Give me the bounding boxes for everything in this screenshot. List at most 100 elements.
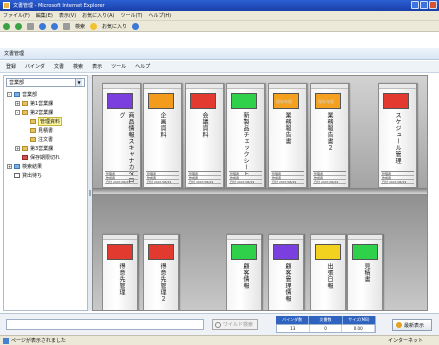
tree-item-label: 見積書 — [38, 128, 54, 134]
binder[interactable]: スケジュール管理 管理者 作成者 日付 2007/06/29 — [378, 83, 417, 188]
close-button[interactable] — [429, 1, 437, 9]
tree-item[interactable]: 保存期限切れ — [4, 153, 87, 162]
binder-footer-field: 日付 2007/06/29 — [313, 180, 346, 184]
binder[interactable]: 新製品チェックシート 管理者 作成者 日付 2007/06/29 — [226, 83, 265, 188]
tree-item-label: 営業部 — [22, 92, 38, 98]
department-select-value: 営業部 — [9, 80, 25, 86]
maximize-button[interactable] — [420, 1, 428, 9]
binder-title: 得意先管理２ — [159, 263, 166, 302]
search-toolbar-label[interactable]: 検索 — [75, 23, 85, 30]
home-icon[interactable] — [51, 22, 58, 30]
binder[interactable]: 企画資料 管理者 作成者 日付 2007/06/29 — [143, 83, 182, 188]
forward-icon[interactable] — [15, 22, 22, 30]
binder-footer-field: 日付 2007/06/29 — [271, 180, 304, 184]
binder-color-label — [383, 93, 409, 109]
tree-item[interactable]: + 検索結果 — [4, 162, 87, 171]
binder-spine-top — [186, 84, 223, 89]
security-zone: インターネット — [388, 338, 424, 344]
binder[interactable]: 顧客管理情報 — [268, 234, 304, 310]
tree-item[interactable]: 管理資料 — [4, 117, 87, 126]
window-title: 文書管理 - Microsoft Internet Explorer — [13, 3, 105, 9]
folder-icon — [22, 110, 28, 115]
collapse-icon[interactable]: - — [7, 92, 12, 97]
minimize-button[interactable] — [411, 1, 419, 9]
tree-item[interactable]: 貸出待ち — [4, 171, 87, 180]
binder[interactable]: 商品情報スキャナカタログ 管理者 作成者 日付 2007/06/29 — [102, 83, 141, 188]
app-menu-binder[interactable]: バインダ — [25, 63, 45, 70]
binder-color-label — [273, 244, 299, 260]
menu-file[interactable]: ファイル(F) — [3, 12, 30, 19]
favorites-icon[interactable] — [90, 22, 98, 30]
binder[interactable]: 顧客情報 — [226, 234, 262, 310]
binder-title: 会議資料 — [201, 112, 208, 138]
binder-footer-field: 日付 2007/06/29 — [188, 180, 221, 184]
chevron-down-icon[interactable]: ▼ — [75, 79, 82, 86]
stats-header-size: サイズ(MB) — [343, 316, 376, 324]
favorites-toolbar-label[interactable]: お気に入り — [102, 23, 127, 30]
tree-item[interactable]: - 第2営業課 — [4, 108, 87, 117]
app-menu-document[interactable]: 文書 — [54, 63, 64, 70]
app-menu-help[interactable]: ヘルプ — [135, 63, 150, 70]
search-icon[interactable] — [63, 22, 70, 30]
tree-item-label: 注文書 — [38, 137, 54, 143]
history-icon[interactable] — [132, 22, 140, 30]
back-icon[interactable] — [3, 22, 10, 30]
binder-color-label — [352, 244, 378, 260]
menu-help[interactable]: ヘルプ(H) — [148, 12, 171, 19]
stats-table: バインダ数 文書数 サイズ(MB) 13 0 0.00 — [276, 316, 376, 334]
app-menu-tools[interactable]: ツール — [111, 63, 126, 70]
binder-footer: 管理者 作成者 日付 2007/06/29 — [313, 171, 346, 184]
ie-toolbar: 検索 お気に入り — [0, 21, 439, 32]
department-select[interactable]: 営業部 ▼ — [6, 78, 85, 87]
splitter-grip[interactable] — [89, 190, 91, 196]
binder-color-label — [107, 244, 133, 260]
binder-color-label — [315, 244, 341, 260]
wildcard-search-button[interactable]: ワイルド検索 — [212, 319, 258, 330]
tree-item-label: 貸出待ち — [22, 173, 43, 179]
tree-item[interactable]: 見積書 — [4, 126, 87, 135]
binder[interactable]: 見積書 — [347, 234, 383, 310]
binder[interactable]: 得意先管理 — [102, 234, 138, 310]
binder-title: 企画資料 — [159, 112, 166, 138]
expand-icon[interactable]: + — [7, 164, 12, 169]
tree-item[interactable]: + 第3営業課 — [4, 144, 87, 153]
ie-menubar: ファイル(F) 編集(E) 表示(V) お気に入り(A) ツール(T) ヘルプ(… — [0, 11, 439, 21]
ie-app-icon — [3, 2, 10, 9]
binder-spine-top — [269, 84, 306, 89]
app-menu-view[interactable]: 表示 — [92, 63, 102, 70]
folder-icon — [30, 128, 36, 133]
binder-title: 業務報告書 — [284, 112, 291, 145]
tree-item-label: 第3営業課 — [30, 146, 54, 152]
menu-edit[interactable]: 編集(E) — [36, 12, 53, 19]
app-menubar: 登録 バインダ 文書 検索 表示 ツール ヘルプ — [0, 61, 439, 73]
binder-spine-top — [144, 235, 178, 240]
folder-icon — [30, 119, 36, 124]
stats-value-binders: 13 — [277, 325, 310, 332]
refresh-icon[interactable] — [39, 22, 46, 30]
binder-title: 出張日報 — [326, 263, 333, 289]
expand-icon[interactable]: + — [15, 101, 20, 106]
menu-favorites[interactable]: お気に入り(A) — [82, 12, 114, 19]
expand-icon[interactable]: + — [15, 146, 20, 151]
menu-tools[interactable]: ツール(T) — [121, 12, 143, 19]
app-menu-search[interactable]: 検索 — [73, 63, 83, 70]
binder-spine-top — [311, 235, 345, 240]
collapse-icon[interactable]: - — [15, 110, 20, 115]
tree-item[interactable]: 注文書 — [4, 135, 87, 144]
refresh-button[interactable]: 最新表示 — [392, 319, 432, 331]
tree-item[interactable]: - 営業部 — [4, 90, 87, 99]
menu-view[interactable]: 表示(V) — [59, 12, 76, 19]
binder[interactable]: 出張日報 — [310, 234, 346, 310]
document-icon — [14, 173, 20, 178]
search-input[interactable] — [6, 319, 204, 330]
binder-spine-top — [379, 84, 416, 89]
binder[interactable]: 会議資料 管理者 作成者 日付 2007/06/29 — [185, 83, 224, 188]
app-menu-register[interactable]: 登録 — [6, 63, 16, 70]
binder[interactable]: 保存年限 業務報告書２ 管理者 作成者 日付 2007/06/29 — [310, 83, 349, 188]
binder[interactable]: 保存年限 業務報告書 管理者 作成者 日付 2007/06/29 — [268, 83, 307, 188]
stop-icon[interactable] — [27, 22, 34, 30]
tree-item[interactable]: + 第1営業課 — [4, 99, 87, 108]
app-status-area: ワイルド検索 バインダ数 文書数 サイズ(MB) 13 0 0.00 最新表示 — [0, 313, 439, 335]
folder-sidebar: 営業部 ▼ - 営業部 + 第1営業課 - 第2営業課 管理資料 見積書 注文書 + 第3営業課 保存… — [3, 75, 88, 311]
binder[interactable]: 得意先管理２ — [143, 234, 179, 310]
